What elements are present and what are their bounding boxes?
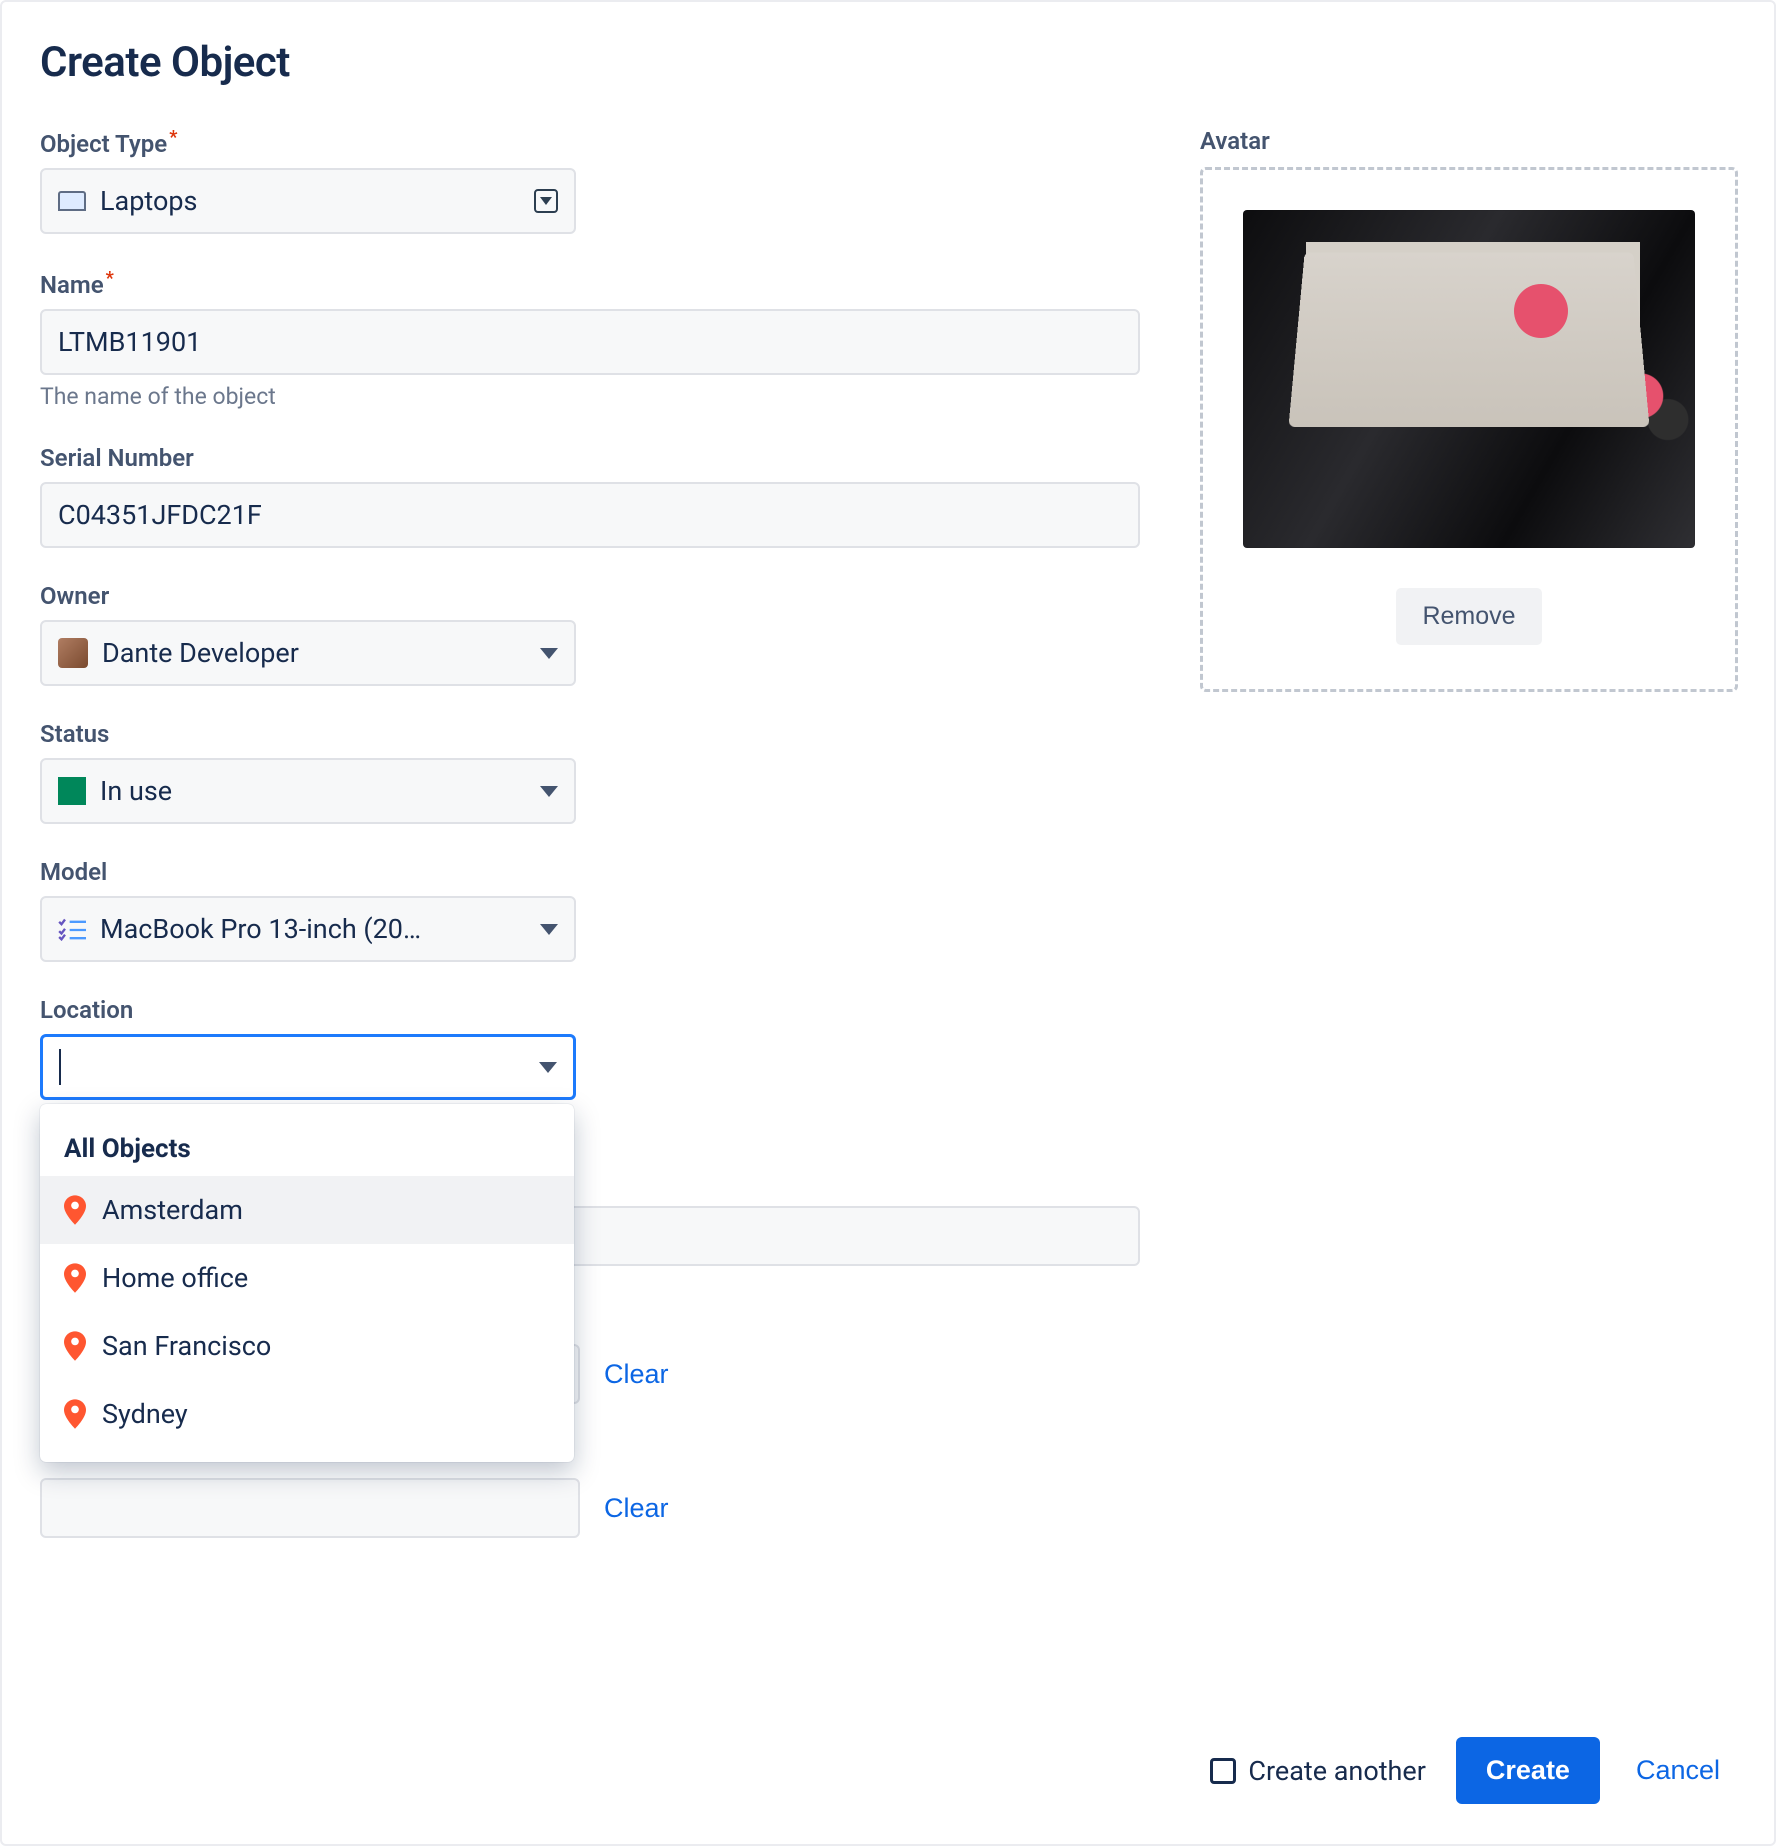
checkbox-icon [1210,1758,1236,1784]
model-value: MacBook Pro 13-inch (20… [100,913,421,945]
dialog-footer: Create another Create Cancel [1210,1737,1726,1804]
laptop-icon [58,191,86,211]
create-button[interactable]: Create [1456,1737,1600,1804]
hidden-select-2[interactable] [40,1478,580,1538]
chevron-down-icon [540,786,558,797]
location-option-home-office[interactable]: Home office [40,1244,574,1312]
object-type-select[interactable]: Laptops [40,168,576,234]
user-avatar-icon [58,638,88,668]
clear-button-1[interactable]: Clear [604,1359,669,1390]
model-select[interactable]: MacBook Pro 13-inch (20… [40,896,576,962]
status-color-icon [58,777,86,805]
name-input[interactable]: LTMB11901 [40,309,1140,375]
serial-input[interactable]: C04351JFDC21F [40,482,1140,548]
remove-avatar-button[interactable]: Remove [1396,588,1541,645]
owner-select[interactable]: Dante Developer [40,620,576,686]
location-dropdown: All Objects Amsterdam Home office San Fr… [40,1104,574,1462]
map-pin-icon [64,1195,86,1225]
name-label: Name* [40,268,1140,299]
chevron-down-icon [540,648,558,659]
owner-value: Dante Developer [102,637,299,669]
name-value: LTMB11901 [58,326,201,358]
map-pin-icon [64,1399,86,1429]
owner-label: Owner [40,582,1140,610]
chevron-down-icon [534,189,558,213]
page-title: Create Object [40,38,1736,87]
location-label: Location [40,996,1140,1024]
cancel-button[interactable]: Cancel [1630,1754,1726,1787]
name-help: The name of the object [40,383,1140,410]
map-pin-icon [64,1331,86,1361]
chevron-down-icon [540,924,558,935]
avatar-label: Avatar [1200,127,1738,155]
avatar-dropzone[interactable]: Remove [1200,167,1738,692]
create-object-dialog: Create Object Object Type* Laptops [0,0,1776,1846]
serial-value: C04351JFDC21F [58,499,262,531]
checklist-icon [58,917,86,941]
location-select[interactable] [40,1034,576,1100]
text-cursor-icon [59,1049,61,1085]
clear-button-2[interactable]: Clear [604,1493,669,1524]
object-type-label: Object Type* [40,127,1140,158]
map-pin-icon [64,1263,86,1293]
location-option-san-francisco[interactable]: San Francisco [40,1312,574,1380]
status-select[interactable]: In use [40,758,576,824]
create-another-label: Create another [1248,1755,1426,1787]
model-label: Model [40,858,1140,886]
chevron-down-icon [539,1062,557,1073]
dropdown-header: All Objects [40,1118,574,1176]
location-option-amsterdam[interactable]: Amsterdam [40,1176,574,1244]
object-type-value: Laptops [100,185,197,217]
location-option-sydney[interactable]: Sydney [40,1380,574,1448]
create-another-checkbox[interactable]: Create another [1210,1755,1426,1787]
status-label: Status [40,720,1140,748]
avatar-image [1243,210,1695,548]
serial-label: Serial Number [40,444,1140,472]
status-value: In use [100,775,172,807]
